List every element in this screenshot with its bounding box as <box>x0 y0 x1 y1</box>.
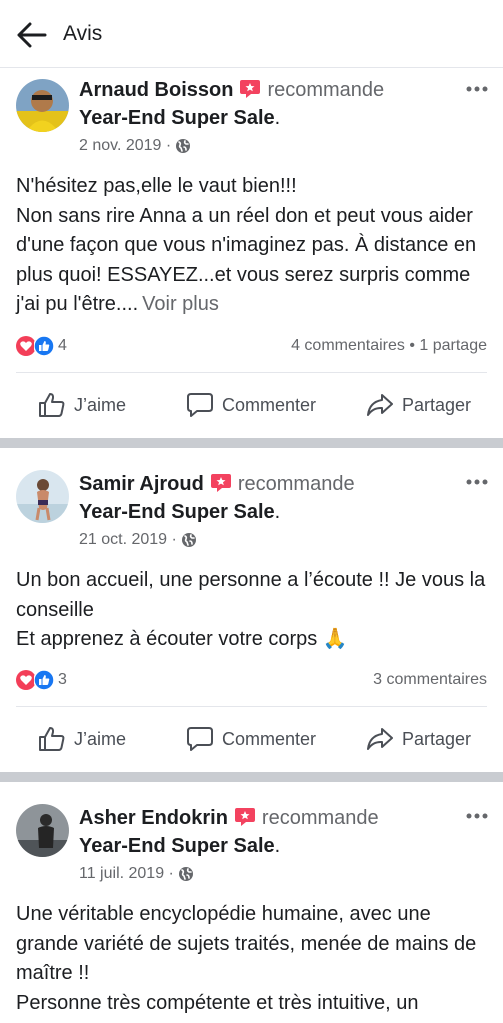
page-link[interactable]: Year-End Super Sale. <box>79 501 280 524</box>
like-label: J’aime <box>74 728 127 749</box>
post-meta: 11 juil. 2019 · <box>79 865 194 883</box>
recommend-verb: recommande <box>237 473 355 495</box>
avatar[interactable] <box>16 804 69 857</box>
like-button[interactable]: J’aime <box>38 383 126 427</box>
post-separator <box>0 772 503 782</box>
review-post: Asher Endokrin recommande Year-End Super … <box>0 782 503 1023</box>
globe-icon <box>176 139 191 153</box>
more-horizontal-icon <box>466 479 488 485</box>
comment-label: Commenter <box>222 728 317 749</box>
page-name: Year-End Super Sale <box>79 107 275 129</box>
share-button[interactable]: Partager <box>366 717 471 761</box>
page-name: Year-End Super Sale <box>79 501 275 523</box>
post-body: Un bon accueil, une personne a l’écoute … <box>16 566 491 655</box>
page-link[interactable]: Year-End Super Sale. <box>79 835 280 858</box>
action-bar: J’aime Commenter Partager <box>0 383 503 427</box>
globe-icon <box>181 533 196 547</box>
love-reaction-icon <box>16 336 36 356</box>
comment-label: Commenter <box>222 394 317 415</box>
more-horizontal-icon <box>466 813 488 819</box>
comment-button[interactable]: Commenter <box>186 383 316 427</box>
love-reaction-icon <box>16 670 36 690</box>
share-button[interactable]: Partager <box>366 383 471 427</box>
globe-icon <box>178 867 193 881</box>
comments-count[interactable]: 3 commentaires <box>373 671 487 689</box>
see-more-link[interactable]: Voir plus <box>142 293 219 315</box>
post-stats: 3 3 commentaires <box>16 668 487 692</box>
reactions[interactable]: 3 <box>16 670 67 690</box>
comment-bubble-icon <box>187 727 213 751</box>
author-name[interactable]: Samir Ajroud <box>79 473 204 495</box>
thumbs-up-icon <box>39 393 65 417</box>
share-label: Partager <box>402 394 472 415</box>
post-paragraph: Non sans rire Anna a un réel don et peut… <box>16 204 477 316</box>
page-name: Year-End Super Sale <box>79 835 275 857</box>
page-title: Avis <box>63 22 103 45</box>
share-label: Partager <box>402 728 472 749</box>
more-options-button[interactable] <box>460 472 494 492</box>
recommend-verb: recommande <box>261 807 379 829</box>
review-post: Arnaud Boisson recommande Year-End Super … <box>0 69 503 438</box>
author-name[interactable]: Arnaud Boisson <box>79 79 233 101</box>
reactions[interactable]: 4 <box>16 336 67 356</box>
comment-button[interactable]: Commenter <box>186 717 316 761</box>
post-paragraph: Et apprenez à écouter votre corps 🙏 <box>16 628 348 650</box>
post-date[interactable]: 21 oct. 2019 · <box>79 531 177 549</box>
top-bar: Avis <box>0 0 503 68</box>
review-post: Samir Ajroud recommande Year-End Super Sa… <box>0 448 503 772</box>
like-reaction-icon <box>34 670 54 690</box>
share-arrow-icon <box>367 394 393 416</box>
post-paragraph: Personne très compétente et très intuiti… <box>16 991 419 1014</box>
divider <box>16 372 487 373</box>
post-header-line: Asher Endokrin recommande <box>79 807 379 830</box>
more-options-button[interactable] <box>460 79 494 99</box>
post-separator <box>0 438 503 448</box>
post-meta: 21 oct. 2019 · <box>79 531 197 549</box>
post-body: Une véritable encyclopédie humaine, avec… <box>16 900 491 1018</box>
post-meta: 2 nov. 2019 · <box>79 137 191 155</box>
reactions-count: 4 <box>58 337 67 354</box>
post-header-line: Samir Ajroud recommande <box>79 473 355 496</box>
recommend-badge-icon <box>240 80 261 98</box>
comments-shares-count[interactable]: 4 commentaires • 1 partage <box>291 337 487 355</box>
like-label: J’aime <box>74 394 127 415</box>
recommend-badge-icon <box>210 474 231 492</box>
arrow-left-icon <box>17 22 47 48</box>
avatar[interactable] <box>16 79 69 132</box>
thumbs-up-icon <box>39 727 65 751</box>
action-bar: J’aime Commenter Partager <box>0 717 503 761</box>
post-stats: 4 4 commentaires • 1 partage <box>16 334 487 358</box>
divider <box>16 706 487 707</box>
reactions-count: 3 <box>58 671 67 688</box>
back-button[interactable] <box>14 17 50 53</box>
post-paragraph: N'hésitez pas,elle le vaut bien!!! <box>16 175 297 197</box>
more-horizontal-icon <box>466 86 488 92</box>
post-header-line: Arnaud Boisson recommande <box>79 79 384 102</box>
comment-bubble-icon <box>187 393 213 417</box>
post-date[interactable]: 2 nov. 2019 · <box>79 137 171 155</box>
avatar[interactable] <box>16 470 69 523</box>
post-date[interactable]: 11 juil. 2019 · <box>79 865 174 883</box>
post-paragraph: Un bon accueil, une personne a l’écoute … <box>16 569 486 621</box>
recommend-badge-icon <box>234 808 255 826</box>
share-arrow-icon <box>367 728 393 750</box>
post-paragraph: Une véritable encyclopédie humaine, avec… <box>16 903 477 984</box>
post-body: N'hésitez pas,elle le vaut bien!!! Non s… <box>16 172 491 320</box>
more-options-button[interactable] <box>460 806 494 826</box>
author-name[interactable]: Asher Endokrin <box>79 807 228 829</box>
like-reaction-icon <box>34 336 54 356</box>
like-button[interactable]: J’aime <box>38 717 126 761</box>
recommend-verb: recommande <box>267 79 385 101</box>
page-link[interactable]: Year-End Super Sale. <box>79 107 280 130</box>
